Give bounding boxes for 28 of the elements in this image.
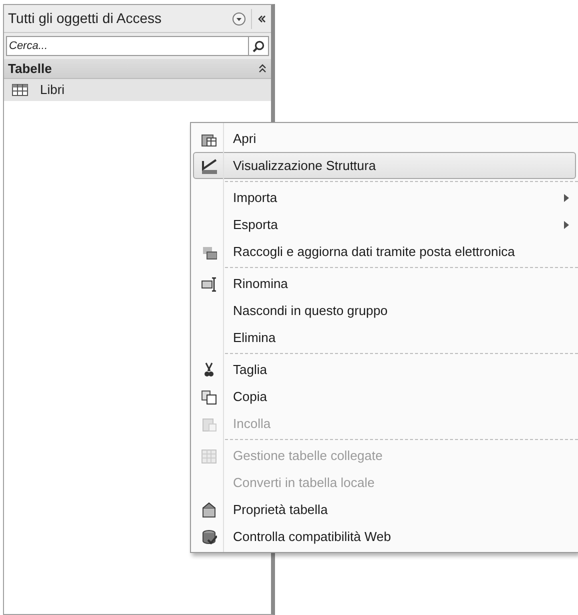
rename-icon (201, 276, 217, 292)
menu-item[interactable]: Nascondi in questo gruppo (193, 297, 576, 324)
group-header[interactable]: Tabelle (4, 59, 271, 79)
menu-item[interactable]: Esporta (193, 211, 576, 238)
linked-table-icon (201, 448, 217, 464)
submenu-arrow-icon (564, 194, 569, 202)
menu-item[interactable]: Raccogli e aggiorna dati tramite posta elettronica (193, 238, 576, 265)
search-icon[interactable] (249, 36, 269, 56)
pane-title: Tutti gli oggetti di Access (8, 9, 163, 28)
submenu-arrow-icon (564, 220, 569, 228)
collapse-icon[interactable] (257, 14, 267, 24)
copy-icon (201, 388, 217, 404)
menu-item[interactable]: Elimina (193, 324, 576, 351)
table-item[interactable]: Libri (4, 79, 271, 101)
dropdown-icon[interactable] (232, 12, 246, 26)
table-icon (12, 84, 28, 96)
menu-item[interactable]: Proprietà tabella (193, 496, 576, 523)
menu-item[interactable]: Taglia (193, 356, 576, 383)
menu-item[interactable]: Apri (193, 125, 576, 152)
collapse-chevron-icon (258, 64, 267, 73)
menu-item[interactable]: Controlla compatibilità Web (193, 523, 576, 550)
search-field[interactable]: Cerca... (6, 36, 249, 56)
menu-item[interactable]: Visualizzazione Struttura (193, 152, 576, 179)
paste-icon (201, 416, 217, 432)
database-check-icon (201, 528, 217, 544)
menu-item[interactable]: Importa (193, 184, 576, 211)
menu-item[interactable]: Rinomina (193, 270, 576, 297)
menu-item[interactable]: Copia (193, 383, 576, 410)
